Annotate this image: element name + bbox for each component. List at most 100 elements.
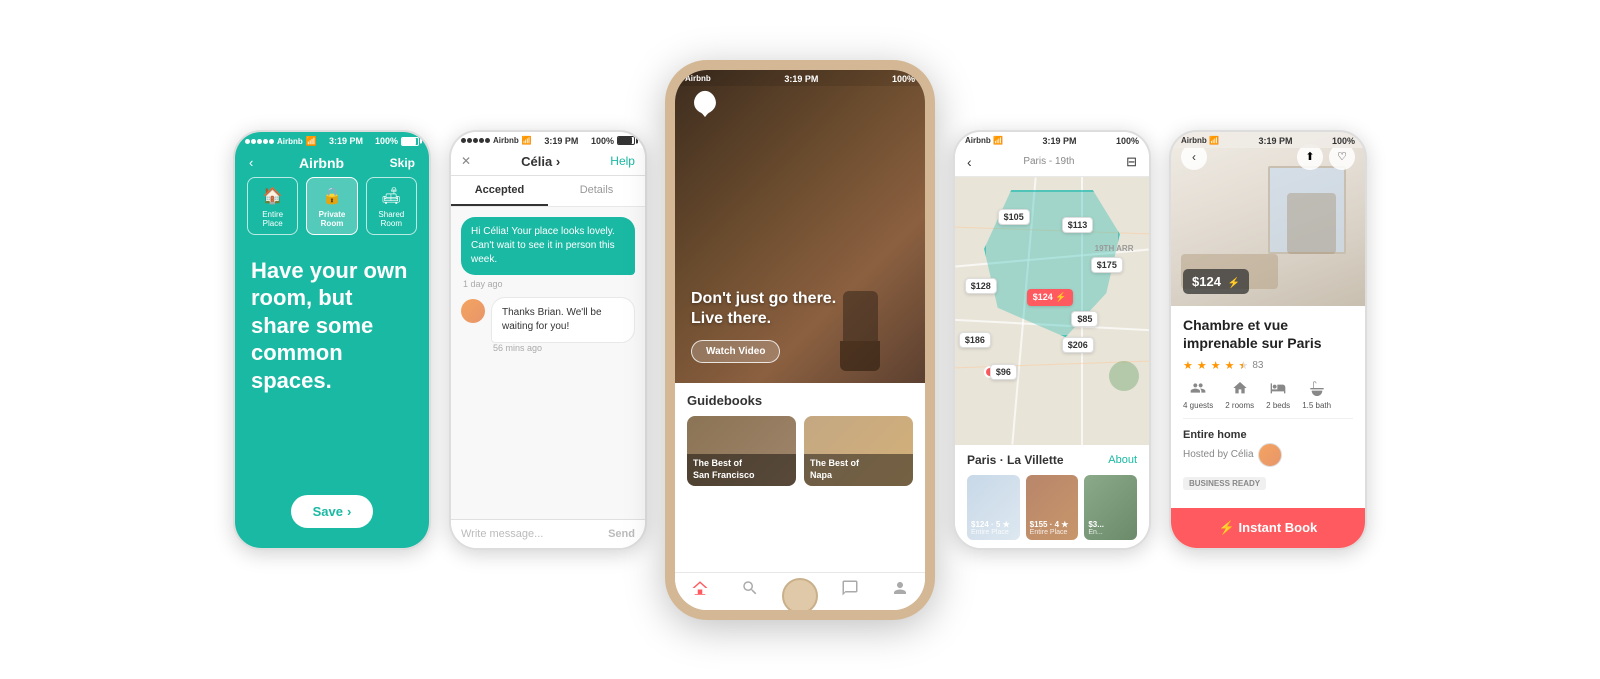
host-label: Hosted by Célia	[1183, 449, 1254, 460]
nav-home[interactable]	[691, 579, 709, 602]
bath-text: 1.5 bath	[1302, 401, 1331, 410]
guidebook-sf[interactable]: The Best ofSan Francisco	[687, 416, 796, 486]
signal-icon	[461, 138, 490, 143]
status-bar-4: Airbnb 📶 3:19 PM 100%	[955, 132, 1149, 148]
screen1-room-selection: Airbnb 📶 3:19 PM 100% ‹ Airbnb Skip 🏠	[235, 132, 429, 548]
price-tag-206[interactable]: $206	[1062, 337, 1094, 353]
entire-place-option[interactable]: 🏠 Entire Place	[247, 177, 298, 235]
guests-icon	[1190, 380, 1206, 399]
price-tag-113[interactable]: $113	[1062, 217, 1094, 233]
guidebook-sf-label: The Best ofSan Francisco	[687, 454, 796, 485]
screenshots-container: Airbnb 📶 3:19 PM 100% ‹ Airbnb Skip 🏠	[0, 0, 1600, 679]
status-bar-3: Airbnb 3:19 PM 100%	[675, 70, 925, 86]
listing-3-info: $3... En...	[1088, 520, 1133, 536]
wifi-icon: 📶	[522, 136, 532, 145]
about-link[interactable]: About	[1108, 454, 1137, 466]
guidebook-napa-label: The Best ofNapa	[804, 454, 913, 485]
status-bar-2: Airbnb 📶 3:19 PM 100%	[451, 132, 645, 148]
listing-1-info: $124 · 5 ★ Entire Place	[971, 520, 1016, 536]
home-button[interactable]	[782, 578, 818, 614]
close-button[interactable]: ✕	[461, 154, 471, 168]
entire-place-icon: 🏠	[263, 186, 283, 206]
filter-icon[interactable]: ⊟	[1126, 154, 1137, 170]
nav-messages[interactable]	[841, 579, 859, 602]
property-type: Entire home	[1183, 429, 1353, 441]
price-tag-85[interactable]: $85	[1071, 311, 1098, 327]
search-icon	[741, 579, 759, 602]
instant-book-button[interactable]: ⚡ Instant Book	[1171, 508, 1365, 548]
message-input-bar: Write message... Send	[451, 519, 645, 548]
nav-profile[interactable]	[891, 579, 909, 602]
price-tag-128[interactable]: $128	[965, 278, 997, 294]
listing-2-info: $155 · 4 ★ Entire Place	[1030, 520, 1075, 536]
battery-text: 100%	[892, 74, 915, 84]
shared-room-option[interactable]: 🛋 Shared Room	[366, 177, 417, 235]
contact-name: Célia ›	[521, 154, 560, 169]
phone-screen4: Airbnb 📶 3:19 PM 100% ‹ Paris - 19th ⊟	[953, 130, 1151, 550]
price-tag-105[interactable]: $105	[998, 209, 1030, 225]
time-display: 3:19 PM	[544, 136, 578, 146]
save-label: Save	[313, 504, 343, 519]
host-row: Hosted by Célia	[1183, 443, 1353, 467]
signal-icon	[245, 139, 274, 144]
guests-text: 4 guests	[1183, 401, 1213, 410]
send-button[interactable]: Send	[608, 528, 635, 540]
sent-message-1: Hi Célia! Your place looks lovely. Can't…	[461, 217, 635, 275]
phone-screen1: Airbnb 📶 3:19 PM 100% ‹ Airbnb Skip 🏠	[233, 130, 431, 550]
carrier-name: Airbnb	[685, 74, 711, 83]
business-badge: BUSINESS READY	[1183, 477, 1266, 490]
property-price-badge: $124 ⚡	[1183, 269, 1249, 294]
map-area[interactable]: $105 $113 $128 $124 ⚡ $175 $85 $186 $206…	[955, 177, 1149, 445]
hero-tagline: Don't just go there. Live there.	[691, 289, 836, 327]
amenity-bath: 1.5 bath	[1302, 380, 1331, 410]
nav-search[interactable]	[741, 579, 759, 602]
room-options-row: 🏠 Entire Place 🔒 Private Room 🛋 Shared R…	[235, 177, 429, 245]
carrier-name: Airbnb	[277, 137, 303, 146]
phone-screen2: Airbnb 📶 3:19 PM 100% ✕ Célia › Help Acc…	[449, 130, 647, 550]
listing-thumb-1[interactable]: $124 · 5 ★ Entire Place	[967, 475, 1020, 540]
hero-background	[675, 70, 925, 383]
phone-screen5: Airbnb 📶 3:19 PM 100%	[1169, 130, 1367, 550]
price-tag-124[interactable]: $124 ⚡	[1027, 289, 1073, 306]
help-button[interactable]: Help	[610, 154, 635, 168]
screen3-home: Airbnb 3:19 PM 100%	[675, 70, 925, 610]
reviews-count: 83	[1252, 360, 1263, 371]
price-tag-96[interactable]: $96	[990, 364, 1017, 380]
airbnb-logo	[691, 90, 719, 118]
messages-icon	[841, 579, 859, 602]
tab-accepted[interactable]: Accepted	[451, 176, 548, 206]
tab-details[interactable]: Details	[548, 176, 645, 206]
map-background: $105 $113 $128 $124 ⚡ $175 $85 $186 $206…	[955, 177, 1149, 445]
price-tag-186[interactable]: $186	[959, 332, 991, 348]
location-name: Paris · La Villette	[967, 453, 1064, 467]
location-info: Paris · La Villette About	[955, 445, 1149, 471]
price-tag-175[interactable]: $175	[1091, 257, 1123, 273]
beds-text: 2 beds	[1266, 401, 1290, 410]
screen1-top-bar: ‹ Airbnb Skip	[235, 149, 429, 177]
battery-text: 100%	[1332, 136, 1355, 146]
guidebook-napa[interactable]: The Best ofNapa	[804, 416, 913, 486]
room-description-text: Have your own room, but share some commo…	[235, 245, 429, 495]
rooms-text: 2 rooms	[1225, 401, 1254, 410]
star-1: ★	[1183, 359, 1193, 372]
time-display: 3:19 PM	[329, 136, 363, 146]
skip-button[interactable]: Skip	[390, 156, 415, 170]
beds-icon	[1270, 380, 1286, 399]
price-value: $124	[1192, 274, 1221, 289]
back-button[interactable]: ‹	[249, 155, 253, 170]
watch-video-button[interactable]: Watch Video	[691, 340, 780, 363]
listing-thumb-3[interactable]: $3... En...	[1084, 475, 1137, 540]
map-park	[1109, 361, 1139, 391]
amenity-rooms: 2 rooms	[1225, 380, 1254, 410]
listing-thumb-2[interactable]: $155 · 4 ★ Entire Place	[1026, 475, 1079, 540]
private-room-option[interactable]: 🔒 Private Room	[306, 177, 357, 235]
message-input-placeholder[interactable]: Write message...	[461, 528, 543, 540]
private-room-label: Private Room	[313, 210, 350, 228]
message-header: ✕ Célia › Help	[451, 148, 645, 176]
property-hero: $124 ⚡ ‹ ⬆ ♡	[1171, 132, 1365, 307]
save-button[interactable]: Save ›	[291, 495, 374, 528]
guidebooks-row: The Best ofSan Francisco The Best ofNapa	[687, 416, 913, 486]
lightning-icon: ⚡	[1228, 278, 1240, 289]
map-header: ‹ Paris - 19th ⊟	[955, 148, 1149, 177]
district-label: 19TH ARR	[1095, 244, 1134, 253]
